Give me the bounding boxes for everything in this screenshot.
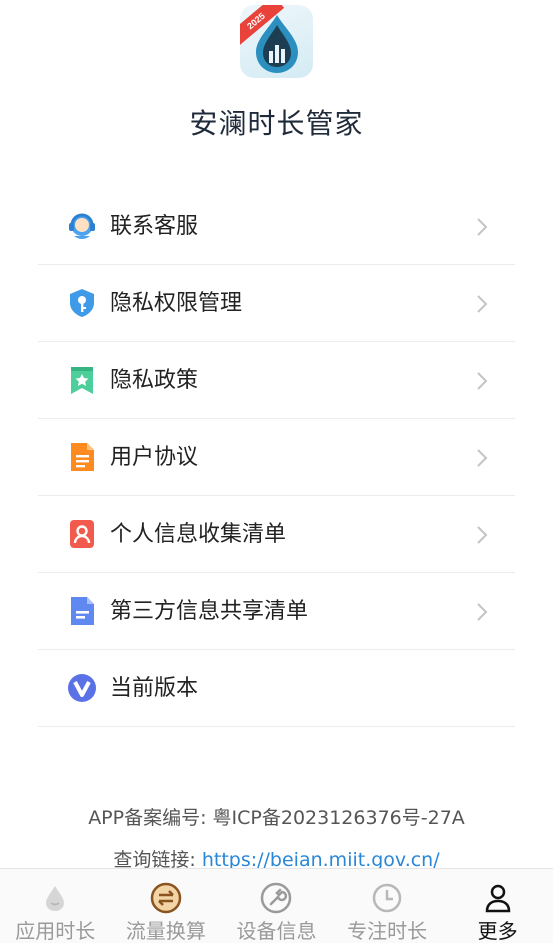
menu-item-personal-info-list[interactable]: 个人信息收集清单 [38, 496, 515, 573]
menu-item-third-party-sharing[interactable]: 第三方信息共享清单 [38, 573, 515, 650]
water-drop-icon [46, 886, 65, 911]
version-v-icon [68, 674, 96, 702]
menu-item-label: 当前版本 [110, 676, 199, 701]
menu-item-privacy-policy[interactable]: 隐私政策 [38, 342, 515, 419]
icp-record-text: APP备案编号: 粤ICP备2023126376号-27A [88, 807, 465, 829]
app-title: 安澜时长管家 [189, 107, 364, 140]
tab-label: 更多 [477, 919, 518, 943]
user-card-icon [70, 520, 94, 548]
customer-service-icon [69, 213, 95, 239]
menu-item-label: 隐私权限管理 [110, 291, 243, 316]
tab-label: 设备信息 [236, 919, 317, 943]
bookmark-star-icon [71, 367, 93, 394]
menu-item-label: 第三方信息共享清单 [110, 599, 309, 624]
tab-more[interactable]: 更多 [442, 869, 553, 943]
menu-item-customer-service[interactable]: 联系客服 [38, 188, 515, 265]
tab-label: 专注时长 [347, 919, 428, 943]
tab-label: 流量换算 [125, 919, 206, 943]
menu-item-privacy-permissions[interactable]: 隐私权限管理 [38, 265, 515, 342]
bottom-tab-bar: 应用时长 流量换算 设备信息 专注时长 更多 [0, 868, 553, 943]
chevron-right-icon [477, 372, 488, 390]
document-icon [71, 443, 94, 471]
tab-focus-time[interactable]: 专注时长 [332, 869, 443, 943]
menu-item-label: 隐私政策 [110, 368, 199, 393]
menu-item-label: 联系客服 [110, 214, 199, 239]
tab-traffic-conversion[interactable]: 流量换算 [111, 869, 222, 943]
shield-key-icon [70, 289, 94, 317]
app-logo: 2025 [240, 5, 313, 78]
tab-app-usage[interactable]: 应用时长 [0, 869, 111, 943]
file-icon [71, 597, 94, 625]
tab-device-info[interactable]: 设备信息 [221, 869, 332, 943]
menu-item-label: 个人信息收集清单 [110, 522, 287, 547]
wrench-icon [261, 882, 292, 914]
menu-item-current-version[interactable]: 当前版本 [38, 650, 515, 727]
tab-label: 应用时长 [15, 919, 96, 943]
chevron-right-icon [477, 295, 488, 313]
chevron-right-icon [477, 526, 488, 544]
user-icon [485, 884, 510, 913]
chevron-right-icon [477, 218, 488, 236]
swap-arrows-icon [150, 882, 182, 914]
settings-menu: 联系客服 隐私权限管理 隐私政策 用户协议 个人信息收集清单 第三方信息共享清单… [38, 188, 515, 727]
chevron-right-icon [477, 603, 488, 621]
menu-item-label: 用户协议 [110, 445, 199, 470]
chevron-right-icon [477, 449, 488, 467]
menu-item-user-agreement[interactable]: 用户协议 [38, 419, 515, 496]
clock-icon [372, 883, 402, 913]
